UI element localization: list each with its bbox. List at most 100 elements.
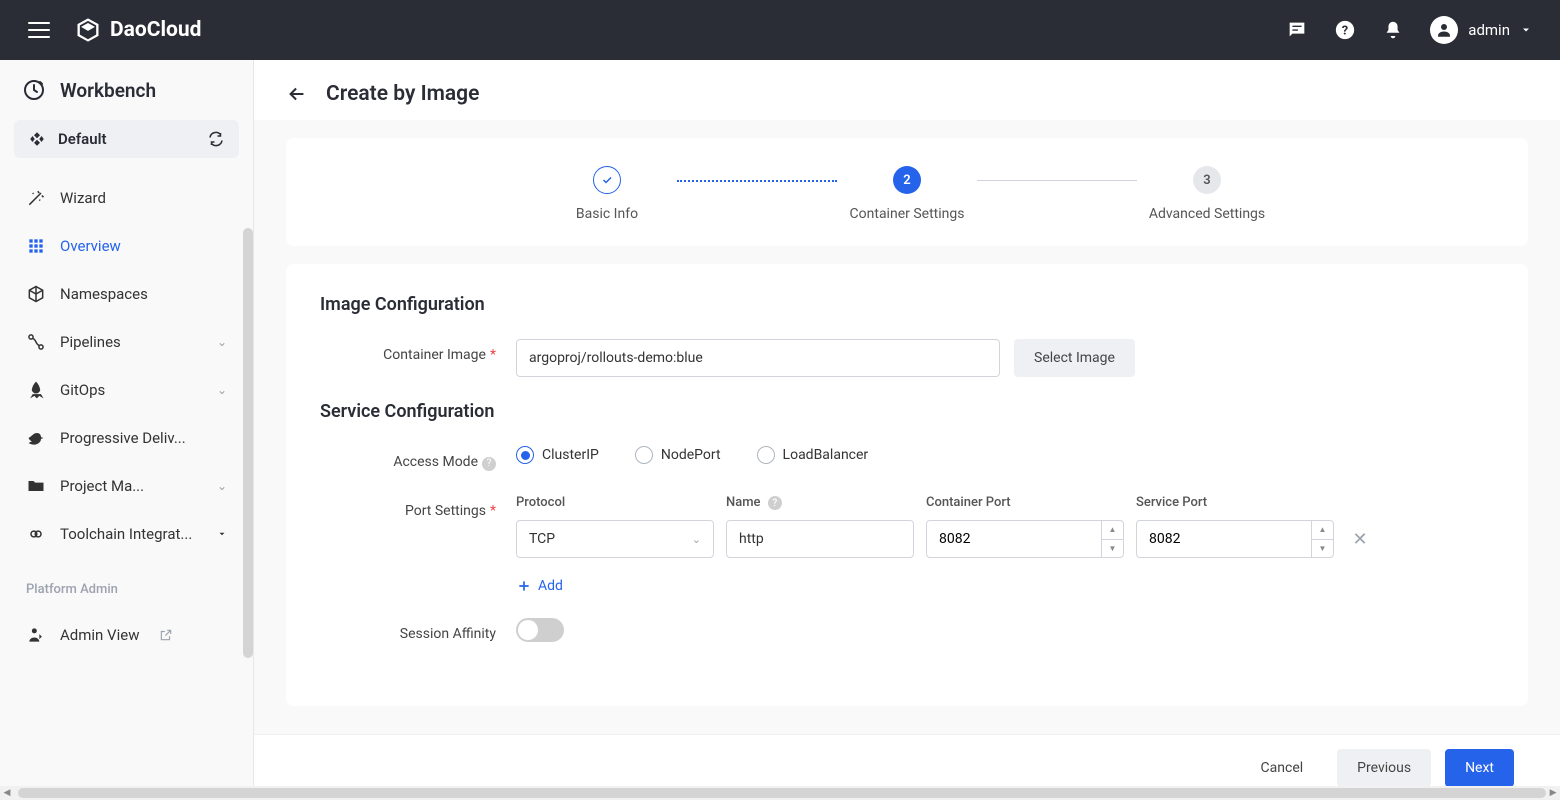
select-image-button[interactable]: Select Image (1014, 339, 1135, 377)
stepper: Basic Info 2 Container Settings 3 Advanc… (326, 166, 1488, 222)
sidebar-item-project[interactable]: Project Ma... ⌄ (0, 462, 253, 510)
sidebar-item-overview[interactable]: Overview (0, 222, 253, 270)
add-label: Add (538, 578, 563, 594)
plus-icon (516, 578, 532, 594)
pipeline-icon (26, 332, 46, 352)
bell-icon[interactable] (1382, 19, 1404, 41)
session-affinity-toggle[interactable] (516, 618, 564, 642)
stepper-card: Basic Info 2 Container Settings 3 Advanc… (286, 138, 1528, 246)
platform-admin-label: Platform Admin (0, 564, 253, 605)
radio-clusterip[interactable]: ClusterIP (516, 446, 599, 464)
brand-logo[interactable]: DaoCloud (74, 16, 201, 44)
diamond-icon (28, 130, 46, 148)
session-affinity-row: Session Affinity (320, 618, 1494, 642)
page-title: Create by Image (326, 82, 479, 106)
sidebar-item-toolchain[interactable]: Toolchain Integrat... (0, 510, 253, 558)
number-stepper[interactable]: ▲▼ (1311, 521, 1333, 557)
scroll-left-icon[interactable]: ◀ (0, 788, 14, 798)
radio-label: ClusterIP (542, 447, 599, 463)
chevron-down-icon: ⌄ (692, 533, 701, 546)
topbar-right: ? admin (1286, 16, 1532, 44)
step-container-settings[interactable]: 2 Container Settings (837, 166, 977, 222)
namespace-selector[interactable]: Default (14, 120, 239, 158)
protocol-select[interactable]: TCP⌄ (516, 520, 714, 558)
sidebar-item-pipelines[interactable]: Pipelines ⌄ (0, 318, 253, 366)
sidebar-item-gitops[interactable]: GitOps ⌄ (0, 366, 253, 414)
sidebar: Workbench Default Wizard Overview Namesp… (0, 60, 254, 800)
session-affinity-label: Session Affinity (320, 618, 516, 642)
content-scroll[interactable]: Basic Info 2 Container Settings 3 Advanc… (254, 120, 1560, 734)
page-header: Create by Image (254, 60, 1560, 120)
messages-icon[interactable] (1286, 19, 1308, 41)
step-number-icon: 3 (1193, 166, 1221, 194)
radio-loadbalancer[interactable]: LoadBalancer (757, 446, 869, 464)
sidebar-item-progressive[interactable]: Progressive Deliv... (0, 414, 253, 462)
infinity-icon (26, 524, 46, 544)
radio-nodeport[interactable]: NodePort (635, 446, 721, 464)
workbench-icon (22, 78, 46, 102)
port-settings-row: Port Settings* Protocol Name ? Container… (320, 495, 1494, 595)
menu-toggle-icon[interactable] (28, 22, 50, 38)
default-label: Default (58, 130, 107, 148)
user-menu[interactable]: admin (1430, 16, 1532, 44)
nav-list: Wizard Overview Namespaces Pipelines ⌄ G… (0, 168, 253, 564)
sidebar-item-label: Wizard (60, 189, 106, 207)
sidebar-item-namespaces[interactable]: Namespaces (0, 270, 253, 318)
chevron-down-icon: ⌄ (217, 335, 227, 349)
external-link-icon (159, 628, 173, 642)
step-label: Basic Info (576, 206, 638, 222)
step-check-icon (593, 166, 621, 194)
main-content: Create by Image Basic Info 2 Container S… (254, 60, 1560, 800)
folder-icon (26, 476, 46, 496)
radio-label: NodePort (661, 447, 721, 463)
sidebar-item-label: Progressive Deliv... (60, 429, 186, 447)
sidebar-item-label: Toolchain Integrat... (60, 525, 192, 543)
sidebar-item-label: GitOps (60, 381, 105, 399)
help-badge-icon[interactable]: ? (768, 496, 782, 510)
scroll-right-icon[interactable]: ▶ (1546, 788, 1560, 798)
step-basic-info[interactable]: Basic Info (537, 166, 677, 222)
form-card: Image Configuration Container Image* Sel… (286, 264, 1528, 706)
sidebar-item-admin-view[interactable]: Admin View (0, 611, 253, 659)
service-port-input[interactable] (1136, 520, 1334, 558)
topbar: DaoCloud ? admin (0, 0, 1560, 60)
back-arrow-icon[interactable] (286, 83, 308, 105)
number-stepper[interactable]: ▲▼ (1101, 521, 1123, 557)
brand-name: DaoCloud (110, 18, 201, 42)
bird-icon (26, 428, 46, 448)
container-image-input[interactable] (516, 339, 1000, 377)
chevron-down-icon: ⌄ (217, 383, 227, 397)
sidebar-item-wizard[interactable]: Wizard (0, 174, 253, 222)
nav-list-admin: Admin View (0, 605, 253, 665)
container-image-row: Container Image* Select Image (320, 339, 1494, 377)
container-port-input[interactable] (926, 520, 1124, 558)
step-number-icon: 2 (893, 166, 921, 194)
port-name-input[interactable] (726, 520, 914, 558)
add-port-button[interactable]: Add (516, 578, 563, 594)
previous-button[interactable]: Previous (1337, 749, 1431, 787)
refresh-icon[interactable] (207, 130, 225, 148)
delete-row-icon[interactable]: ✕ (1346, 529, 1374, 550)
horizontal-scrollbar[interactable]: ◀ ▶ (0, 786, 1560, 800)
cancel-button[interactable]: Cancel (1241, 749, 1324, 787)
workbench-title: Workbench (60, 79, 156, 102)
step-advanced-settings[interactable]: 3 Advanced Settings (1137, 166, 1277, 222)
user-name-label: admin (1468, 21, 1510, 39)
chevron-down-icon: ⌄ (217, 479, 227, 493)
port-table: Protocol Name ? Container Port Service P… (516, 495, 1374, 559)
scrollbar-thumb[interactable] (18, 788, 1546, 798)
help-icon[interactable]: ? (1334, 19, 1356, 41)
port-row: TCP⌄ ▲▼ ▲▼ ✕ (516, 520, 1374, 558)
sidebar-item-label: Namespaces (60, 285, 148, 303)
triangle-down-icon (217, 529, 227, 539)
logo-cube-icon (74, 16, 102, 44)
avatar-icon (1430, 16, 1458, 44)
step-label: Container Settings (850, 206, 965, 222)
help-badge-icon[interactable]: ? (482, 457, 496, 471)
step-connector (977, 180, 1137, 181)
next-button[interactable]: Next (1445, 749, 1514, 787)
access-mode-row: Access Mode? ClusterIP NodePort LoadBala… (320, 446, 1494, 471)
rocket-icon (26, 380, 46, 400)
step-label: Advanced Settings (1149, 206, 1265, 222)
chevron-down-icon (1520, 24, 1532, 36)
